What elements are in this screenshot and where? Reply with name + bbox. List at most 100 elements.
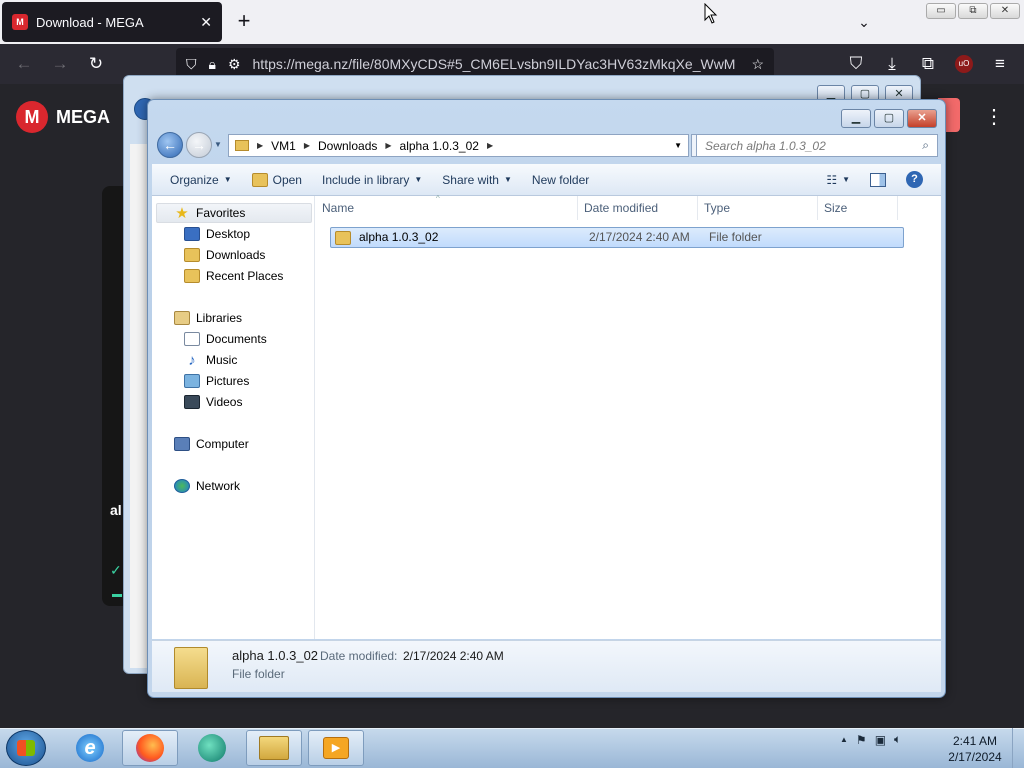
tab-mega-download[interactable]: M Download - MEGA ✕ [2, 2, 222, 42]
address-dropdown-icon[interactable]: ▼ [674, 141, 682, 150]
nav-computer[interactable]: Computer [174, 434, 249, 454]
ublock-origin-icon[interactable]: uO [955, 55, 973, 73]
videos-filmstrip-icon [184, 395, 200, 409]
explorer-back-button[interactable]: ← [157, 132, 183, 158]
show-hidden-icons-icon[interactable]: ▲ [840, 735, 848, 744]
details-date-label: Date modified: [320, 649, 398, 663]
recent-locations-chevron-icon[interactable]: ▼ [214, 140, 222, 149]
nav-desktop[interactable]: Desktop [184, 224, 250, 244]
nav-downloads[interactable]: Downloads [184, 245, 265, 265]
nav-videos[interactable]: Videos [184, 392, 242, 412]
include-in-library-button[interactable]: Include in library ▼ [312, 164, 432, 196]
organize-button[interactable]: Organize ▼ [160, 164, 242, 196]
open-button[interactable]: Open [242, 164, 312, 196]
browser-close-button[interactable]: ✕ [990, 3, 1020, 19]
explorer-forward-button[interactable]: → [186, 132, 212, 158]
include-in-library-label: Include in library [321, 172, 410, 187]
list-all-tabs-chevron-icon[interactable]: ⌄ [852, 10, 876, 34]
shield-icon[interactable]: ⛉ [186, 56, 197, 73]
view-list-icon: ☷ [826, 172, 838, 187]
taskbar-firefox[interactable] [122, 730, 178, 766]
system-tray: ▲ ⚑ ▣ 🔈︎ [840, 732, 901, 747]
firefox-icon [136, 734, 164, 762]
search-box[interactable]: Search alpha 1.0.3_02 ⌕ [696, 134, 938, 157]
action-center-flag-icon[interactable]: ⚑ [856, 733, 867, 747]
search-placeholder[interactable]: Search alpha 1.0.3_02 [705, 139, 826, 153]
taskbar-app-green[interactable] [184, 730, 240, 766]
breadcrumb-arrow-icon[interactable]: ▶ [304, 141, 310, 150]
forward-arrow-icon[interactable]: → [48, 52, 72, 76]
breadcrumb-vm1[interactable]: VM1 [271, 139, 296, 153]
network-tray-icon[interactable]: ▣ [875, 733, 886, 747]
mega-logo[interactable]: M MEGA [16, 101, 110, 133]
pictures-icon [184, 374, 200, 388]
taskbar-windows-explorer[interactable] [246, 730, 302, 766]
pocket-icon[interactable]: ⛉ [844, 52, 868, 76]
nav-network[interactable]: Network [174, 476, 240, 496]
column-header-name[interactable]: Name ^ [316, 194, 578, 220]
file-row[interactable]: alpha 1.0.3_02 2/17/2024 2:40 AM File fo… [330, 227, 904, 248]
nav-recent-places[interactable]: Recent Places [184, 266, 283, 286]
nav-favorites[interactable]: ★ Favorites [174, 203, 245, 223]
explorer-minimize-button[interactable]: ▁ [841, 109, 871, 128]
preview-pane-button[interactable] [860, 164, 896, 196]
breadcrumb-arrow-icon[interactable]: ▶ [257, 141, 263, 150]
column-header-size[interactable]: Size [818, 196, 898, 220]
volume-speaker-icon[interactable]: 🔈︎ [894, 732, 901, 747]
bookmark-star-icon[interactable]: ☆ [751, 56, 764, 73]
back-arrow-icon[interactable]: ← [12, 52, 36, 76]
breadcrumb-arrow-icon[interactable]: ▶ [487, 141, 493, 150]
explorer-maximize-button[interactable]: ▢ [874, 109, 904, 128]
search-icon[interactable]: ⌕ [922, 138, 929, 153]
change-view-button[interactable]: ☷ ▼ [816, 164, 860, 196]
browser-minimize-button[interactable]: ▭ [926, 3, 956, 19]
desktop-icon [184, 227, 200, 241]
taskbar-media-player[interactable]: ▶ [308, 730, 364, 766]
nav-libraries[interactable]: Libraries [174, 308, 242, 328]
new-folder-button[interactable]: New folder [522, 164, 599, 196]
show-desktop-button[interactable] [1012, 728, 1024, 768]
column-header-type[interactable]: Type [698, 196, 818, 220]
nav-computer-label: Computer [196, 437, 249, 451]
lock-icon[interactable]: 🔒︎ [209, 56, 216, 73]
column-header-date-modified[interactable]: Date modified [578, 196, 698, 220]
details-type: File folder [232, 667, 285, 681]
taskbar-clock[interactable]: 2:41 AM 2/17/2024 [944, 733, 1006, 765]
column-type-label: Type [704, 201, 731, 215]
taskbar-internet-explorer[interactable]: e [62, 730, 118, 766]
new-tab-button[interactable]: + [232, 10, 256, 34]
url-text[interactable]: https://mega.nz/file/80MXyCDS#5_CM6ELvsb… [253, 56, 740, 72]
help-button[interactable]: ? [896, 164, 933, 196]
nav-libraries-label: Libraries [196, 311, 243, 325]
mega-menu-dots-icon[interactable]: ⋮ [984, 104, 1004, 132]
downloads-icon[interactable]: ⤓ [880, 52, 904, 76]
tab-close-icon[interactable]: ✕ [200, 14, 212, 31]
nav-pictures[interactable]: Pictures [184, 371, 249, 391]
dropdown-caret-icon: ▼ [842, 175, 850, 184]
mouse-cursor-icon [704, 3, 718, 24]
nav-network-label: Network [196, 479, 241, 493]
open-label: Open [272, 172, 302, 187]
mega-logo-icon: M [16, 101, 48, 133]
nav-music[interactable]: ♪ Music [184, 350, 237, 370]
app-menu-hamburger-icon[interactable]: ≡ [988, 52, 1012, 76]
browser-restore-button[interactable]: ⧉ [958, 3, 988, 19]
breadcrumb-arrow-icon[interactable]: ▶ [385, 141, 391, 150]
breadcrumb-downloads[interactable]: Downloads [318, 139, 377, 153]
address-bar[interactable]: ▶ VM1 ▶ Downloads ▶ alpha 1.0.3_02 ▶ ▼ [228, 134, 689, 157]
nav-videos-label: Videos [206, 395, 243, 409]
share-with-button[interactable]: Share with ▼ [432, 164, 522, 196]
explorer-close-button[interactable]: ✕ [907, 109, 937, 128]
extensions-icon[interactable]: ⧉ [916, 52, 940, 76]
tab-title: Download - MEGA [36, 14, 144, 30]
details-name: alpha 1.0.3_02 [232, 648, 319, 663]
nav-documents[interactable]: Documents [184, 329, 267, 349]
column-name-label: Name [322, 201, 355, 215]
permissions-icon[interactable]: ⚙︎ [228, 56, 241, 73]
mega-favicon-icon: M [12, 14, 28, 30]
nav-recent-places-label: Recent Places [206, 269, 284, 283]
help-icon: ? [906, 171, 923, 188]
start-button[interactable] [6, 730, 46, 766]
reload-icon[interactable]: ↻ [84, 52, 108, 76]
breadcrumb-current-folder[interactable]: alpha 1.0.3_02 [400, 139, 479, 153]
